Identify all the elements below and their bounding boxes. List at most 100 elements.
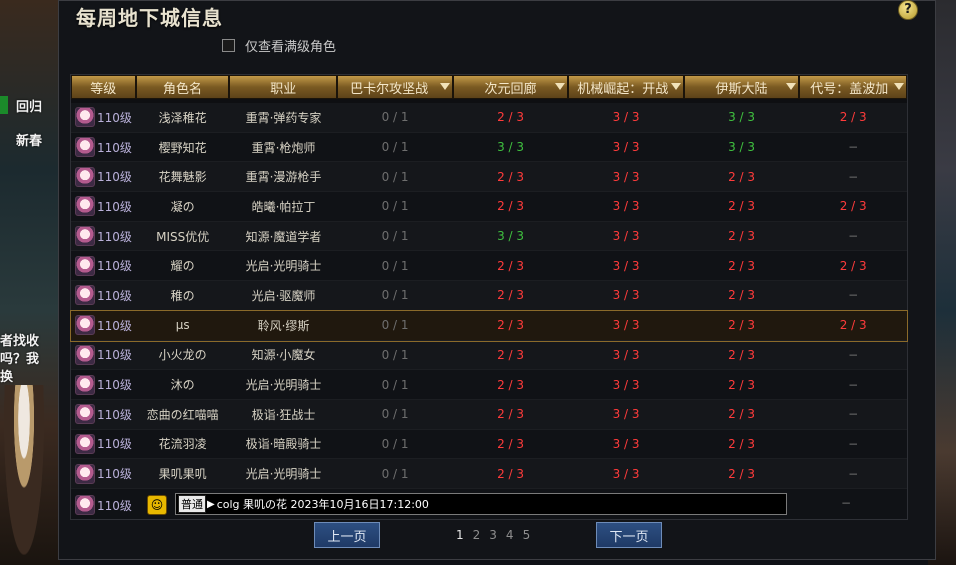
dungeon-3-progress: 3 / 3	[612, 407, 640, 422]
max-level-checkbox[interactable]	[222, 39, 235, 52]
dropdown-arrow-icon[interactable]	[786, 83, 797, 90]
dungeon-2-progress: 2 / 3	[497, 288, 525, 303]
table-header: 等级 角色名 职业 巴卡尔攻坚战 次元回廊 机械崛起：开战 伊斯大陆 代号：盖波…	[71, 75, 908, 101]
header-dungeon-3[interactable]: 机械崛起：开战	[568, 75, 684, 99]
character-name: 花舞魅影	[158, 170, 207, 185]
help-icon[interactable]: ?	[898, 0, 918, 20]
dungeon-4-progress: 2 / 3	[728, 199, 756, 214]
level-cell: 110级	[71, 137, 136, 158]
dungeon-3-progress: 3 / 3	[612, 466, 640, 481]
dungeon-2-progress: 2 / 3	[497, 436, 525, 451]
level-cell: 110级	[71, 404, 136, 425]
dungeon-5-progress: −	[848, 436, 859, 451]
window-title: 每周地下城信息	[76, 6, 223, 30]
dungeon-5-progress: −	[848, 288, 859, 303]
dungeon-4-progress: 2 / 3	[728, 229, 756, 244]
character-job: 知源·小魔女	[251, 348, 316, 363]
dungeon-3-progress: 3 / 3	[612, 258, 640, 273]
page-number[interactable]: 3	[489, 528, 497, 542]
page-number[interactable]: 4	[506, 528, 514, 542]
table-row[interactable]: 110级 花流羽凌 极诣·暗殿骑士 0 / 1 2 / 3 3 / 3 2 / 3 −	[71, 429, 907, 460]
table-row[interactable]: 110级 沐の 光启·光明骑士 0 / 1 2 / 3 3 / 3 2 / 3 −	[71, 370, 907, 400]
next-page-button[interactable]: 下一页	[596, 522, 662, 548]
level-cell: 110级	[71, 196, 136, 217]
character-job: 聆风·缪斯	[257, 318, 310, 333]
header-level-label: 等级	[90, 81, 117, 97]
table-row[interactable]: 110级 果叽果叽 光启·光明骑士 0 / 1 2 / 3 3 / 3 2 / 3 −	[71, 459, 907, 489]
table-row[interactable]: 110级 耀の 光启·光明骑士 0 / 1 2 / 3 3 / 3 2 / 3 2 / 3	[71, 251, 907, 282]
table-row[interactable]: 110级 小火龙の 知源·小魔女 0 / 1 2 / 3 3 / 3 2 / 3 −	[71, 340, 907, 371]
dungeon-2-progress: 2 / 3	[497, 377, 525, 392]
character-job: 光启·光明骑士	[245, 378, 322, 393]
dungeon-4-progress: 2 / 3	[728, 407, 756, 422]
dungeon-4-progress: 3 / 3	[728, 140, 756, 155]
level-text: 110级	[97, 318, 132, 333]
level-cell: 110级	[71, 285, 136, 306]
page-number[interactable]: 2	[473, 528, 481, 542]
dropdown-arrow-icon[interactable]	[894, 83, 905, 90]
dropdown-arrow-icon[interactable]	[439, 83, 450, 90]
level-cell: 110级	[71, 433, 136, 454]
avatar	[75, 404, 95, 425]
dungeon-2-progress: 2 / 3	[497, 347, 525, 362]
dropdown-arrow-icon[interactable]	[670, 83, 681, 90]
character-name: 恋曲の红喵喵	[146, 407, 219, 422]
page-number[interactable]: 5	[523, 528, 531, 542]
table-row[interactable]: 110级 MISS优优 知源·魔道学者 0 / 1 3 / 3 3 / 3 2 / 3 −	[71, 221, 907, 252]
emoji-icon[interactable]: ☺	[147, 495, 167, 515]
dungeon-3-progress: 3 / 3	[612, 169, 640, 184]
character-job: 皓曦·帕拉丁	[251, 199, 316, 214]
level-text: 110级	[97, 110, 132, 125]
table-row[interactable]: 110级 恋曲の红喵喵 极诣·狂战士 0 / 1 2 / 3 3 / 3 2 / 3 −	[71, 399, 907, 430]
max-level-filter-label: 仅查看满级角色	[245, 40, 337, 55]
avatar	[75, 374, 95, 395]
header-dungeon-5-label: 代号：盖波加	[810, 81, 889, 97]
dungeon-1-progress: 0 / 1	[381, 347, 409, 362]
avatar	[75, 315, 95, 336]
dungeon-5-progress: −	[848, 347, 859, 362]
table-row[interactable]: 110级 花舞魅影 重霄·漫游枪手 0 / 1 2 / 3 3 / 3 2 / 3 −	[71, 162, 907, 193]
max-level-filter[interactable]: 仅查看满级角色	[222, 36, 336, 55]
dungeon-1-progress: 0 / 1	[381, 258, 409, 273]
dungeon-5-progress: 2 / 3	[839, 258, 867, 273]
background-character	[4, 385, 44, 555]
header-name[interactable]: 角色名	[135, 75, 230, 99]
header-dungeon-4[interactable]: 伊斯大陆	[683, 75, 800, 99]
avatar	[75, 255, 95, 276]
level-cell: 110级	[71, 226, 136, 247]
table-body: 110级 浅泽稚花 重霄·弹药专家 0 / 1 2 / 3 3 / 3 3 / 3 2 / 3…	[70, 103, 908, 489]
dungeon-3-progress: 3 / 3	[612, 199, 640, 214]
character-job: 重霄·弹药专家	[245, 110, 322, 125]
header-level[interactable]: 等级	[71, 75, 136, 99]
header-job[interactable]: 职业	[229, 75, 338, 99]
table-row[interactable]: 110级 凝の 皓曦·帕拉丁 0 / 1 2 / 3 3 / 3 2 / 3 2 / 3	[71, 192, 907, 222]
table-row[interactable]: 110级 稚の 光启·驱魔师 0 / 1 2 / 3 3 / 3 2 / 3 −	[71, 281, 907, 311]
character-name: 耀の	[170, 259, 195, 274]
table-row[interactable]: 110级 樱野知花 重霄·枪炮师 0 / 1 3 / 3 3 / 3 3 / 3 −	[71, 132, 907, 163]
header-dungeon-2[interactable]: 次元回廊	[452, 75, 569, 99]
character-name: 稚の	[170, 288, 195, 303]
dungeon-1-progress: 0 / 1	[381, 199, 409, 214]
chat-channel-tag[interactable]: 普通	[178, 495, 206, 513]
prev-page-button[interactable]: 上一页	[314, 522, 380, 548]
avatar	[75, 137, 95, 158]
dungeon-1-progress: 0 / 1	[381, 229, 409, 244]
chat-input[interactable]: 普通 ▶ colg 果叽の花 2023年10月16日17:12:00	[175, 493, 787, 515]
dungeon-3-progress: 3 / 3	[612, 110, 640, 125]
dungeon-1-progress: 0 / 1	[381, 169, 409, 184]
header-dungeon-5[interactable]: 代号：盖波加	[799, 75, 908, 99]
header-name-label: 角色名	[163, 81, 203, 97]
header-dungeon-1[interactable]: 巴卡尔攻坚战	[337, 75, 453, 99]
dropdown-arrow-icon[interactable]	[555, 83, 566, 90]
avatar	[75, 463, 95, 484]
character-name: MISS优优	[156, 229, 210, 244]
background-text-fragment: 新春	[16, 134, 43, 149]
dungeon-2-progress: 2 / 3	[497, 407, 525, 422]
dungeon-2-progress: 2 / 3	[497, 199, 525, 214]
dungeon-1-progress: 0 / 1	[381, 288, 409, 303]
page-number[interactable]: 1	[456, 528, 464, 542]
table-row[interactable]: 110级 浅泽稚花 重霄·弹药专家 0 / 1 2 / 3 3 / 3 3 / 3 2 / 3	[71, 103, 907, 133]
table-row[interactable]: 110级 μs 聆风·缪斯 0 / 1 2 / 3 3 / 3 2 / 3 2 / 3	[70, 309, 908, 342]
dungeon-2-progress: 3 / 3	[497, 140, 525, 155]
chat-text: colg 果叽の花 2023年10月16日17:12:00	[216, 498, 429, 511]
